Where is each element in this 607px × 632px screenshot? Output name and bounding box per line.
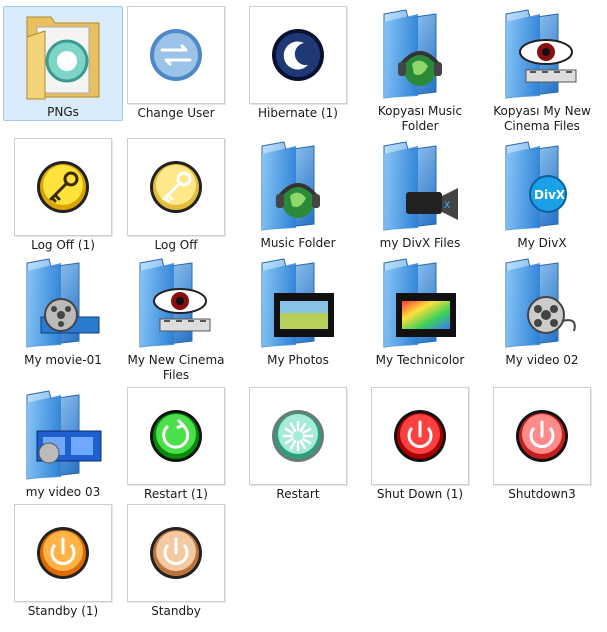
- standby-icon: [127, 504, 225, 602]
- file-item-label: Restart (1): [144, 487, 208, 501]
- file-item-label: My New Cinema Files: [127, 353, 225, 382]
- file-item[interactable]: My video 02: [482, 255, 602, 368]
- file-item-label: Standby (1): [27, 604, 99, 618]
- folder-icon: [15, 7, 111, 103]
- file-item[interactable]: Log Off (1): [3, 138, 123, 253]
- file-item-label: My video 02: [505, 353, 579, 367]
- file-item[interactable]: Log Off: [116, 138, 236, 253]
- power-icon: [493, 387, 591, 485]
- file-item[interactable]: My New Cinema Files: [116, 255, 236, 383]
- file-item[interactable]: Hibernate (1): [238, 6, 358, 121]
- file-item[interactable]: My Technicolor: [360, 255, 480, 368]
- file-item[interactable]: Shutdown3: [482, 387, 602, 502]
- file-item[interactable]: Standby: [116, 504, 236, 619]
- video-folder-icon: [15, 387, 111, 483]
- file-item-label: Music Folder: [260, 236, 336, 250]
- svg-text:X: X: [444, 201, 450, 211]
- file-item-label: PNGs: [4, 105, 122, 120]
- file-item-label: Shutdown3: [508, 487, 576, 501]
- file-item[interactable]: Music Folder: [238, 138, 358, 251]
- file-item[interactable]: My movie-01: [3, 255, 123, 368]
- key-icon: [14, 138, 112, 236]
- file-item-label: Hibernate (1): [258, 106, 338, 120]
- file-item-label: Log Off (1): [31, 238, 95, 252]
- file-item-label: Kopyası Music Folder: [377, 104, 463, 133]
- file-item-label: My DivX: [517, 236, 567, 250]
- svg-text:DivX: DivX: [534, 188, 566, 202]
- file-item-label: my DivX Files: [379, 236, 461, 250]
- restart-icon: [249, 387, 347, 485]
- divx-folder-icon: DivX: [494, 138, 590, 234]
- file-item-label: Kopyası My New Cinema Files: [493, 104, 591, 133]
- change-user-icon: [127, 6, 225, 104]
- file-item-label: Shut Down (1): [376, 487, 464, 501]
- file-item[interactable]: PNGs: [3, 6, 123, 121]
- moon-icon: [249, 6, 347, 104]
- file-item[interactable]: My Photos: [238, 255, 358, 368]
- file-item-label: my video 03: [25, 485, 101, 499]
- file-item-label: Restart: [276, 487, 320, 501]
- music-folder-icon: [372, 6, 468, 102]
- technicolor-folder-icon: [372, 255, 468, 351]
- file-item[interactable]: DivX My DivX: [482, 138, 602, 251]
- file-item-label: My Technicolor: [375, 353, 465, 367]
- divx-folder-icon: X: [372, 138, 468, 234]
- music-folder-icon: [250, 138, 346, 234]
- standby-icon: [14, 504, 112, 602]
- file-item[interactable]: X my DivX Files: [360, 138, 480, 251]
- file-item[interactable]: Kopyası Music Folder: [360, 6, 480, 134]
- movie-folder-icon: [15, 255, 111, 351]
- video-folder-icon: [494, 255, 590, 351]
- cinema-folder-icon: [128, 255, 224, 351]
- restart-icon: [127, 387, 225, 485]
- file-item-label: Standby: [151, 604, 201, 618]
- file-item[interactable]: Restart: [238, 387, 358, 502]
- file-item[interactable]: my video 03: [3, 387, 123, 500]
- file-item[interactable]: Standby (1): [3, 504, 123, 619]
- file-item[interactable]: Restart (1): [116, 387, 236, 502]
- file-item[interactable]: Change User: [116, 6, 236, 121]
- file-item-label: Log Off: [154, 238, 198, 252]
- cinema-folder-icon: [494, 6, 590, 102]
- key-icon: [127, 138, 225, 236]
- file-item[interactable]: Kopyası My New Cinema Files: [482, 6, 602, 134]
- photos-folder-icon: [250, 255, 346, 351]
- file-item[interactable]: Shut Down (1): [360, 387, 480, 502]
- power-icon: [371, 387, 469, 485]
- file-item-label: My movie-01: [24, 353, 102, 367]
- file-item-label: My Photos: [267, 353, 329, 367]
- file-item-label: Change User: [137, 106, 215, 120]
